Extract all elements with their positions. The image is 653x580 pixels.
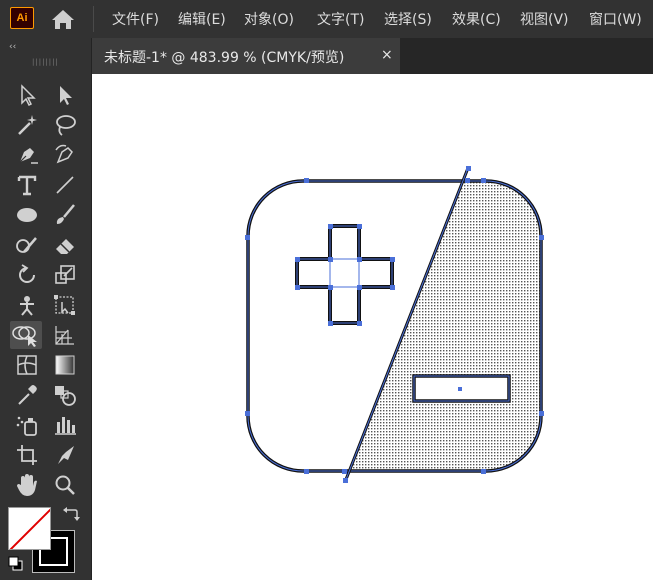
eraser-tool-icon[interactable] [52,232,78,258]
menu-view[interactable]: 视图(V) [520,9,569,29]
curvature-tool-icon[interactable] [52,142,78,168]
plus-shape[interactable] [295,224,394,325]
free-transform-tool-icon[interactable] [52,292,78,318]
symbol-sprayer-tool-icon[interactable] [14,412,40,438]
gradient-tool-icon[interactable] [52,352,78,378]
shaper-tool-icon[interactable] [14,232,40,258]
shape-builder-tool-icon[interactable] [10,321,42,349]
slice-tool-icon[interactable] [52,442,78,468]
menu-select[interactable]: 选择(S) [384,9,432,29]
magic-wand-tool-icon[interactable] [14,112,40,138]
eyedropper-tool-icon[interactable] [14,382,40,408]
artboard-tool-icon[interactable] [14,442,40,468]
direct-selection-tool-icon[interactable] [52,82,78,108]
menu-file[interactable]: 文件(F) [112,9,159,29]
menu-bar: Ai 文件(F) 编辑(E) 对象(O) 文字(T) 选择(S) 效果(C) 视… [0,0,653,38]
plus-inner-paths [329,258,360,288]
selection-tool-icon[interactable] [14,82,40,108]
scale-tool-icon[interactable] [52,262,78,288]
panel-grip[interactable]: |||||||| [32,58,59,66]
menu-object[interactable]: 对象(O) [244,9,294,29]
rotate-tool-icon[interactable] [14,262,40,288]
type-tool-icon[interactable] [14,172,40,198]
menu-effect[interactable]: 效果(C) [452,9,501,29]
home-icon[interactable] [50,8,76,30]
artboard-canvas[interactable] [92,74,653,580]
plus-selection-path [296,225,393,324]
paintbrush-tool-icon[interactable] [52,202,78,228]
document-tab-title: 未标题-1* @ 483.99 % (CMYK/预览) [104,50,345,66]
mesh-tool-icon[interactable] [14,352,40,378]
pen-tool-icon[interactable] [14,142,40,168]
fill-color-swatch[interactable] [8,507,51,550]
column-graph-tool-icon[interactable] [52,412,78,438]
menu-edit[interactable]: 编辑(E) [178,9,226,29]
default-fill-stroke-icon[interactable] [8,556,24,576]
swap-fill-stroke-icon[interactable] [62,506,80,526]
hand-tool-icon[interactable] [14,472,40,498]
collapse-panel-icon[interactable]: ‹‹ [9,42,16,52]
lasso-tool-icon[interactable] [52,112,78,138]
perspective-grid-tool-icon[interactable] [52,322,78,348]
zoom-tool-icon[interactable] [52,472,78,498]
puppet-warp-tool-icon[interactable] [14,292,40,318]
line-segment-tool-icon[interactable] [52,172,78,198]
artwork [245,166,544,483]
menu-type[interactable]: 文字(T) [317,9,364,29]
menu-divider [93,6,94,32]
document-tab-bar: 未标题-1* @ 483.99 % (CMYK/预览) × [92,38,653,74]
close-icon[interactable]: × [381,47,393,63]
blend-tool-icon[interactable] [52,382,78,408]
menu-window[interactable]: 窗口(W) [589,9,642,29]
ellipse-tool-icon[interactable] [14,202,40,228]
app-logo: Ai [10,7,34,29]
document-tab[interactable]: 未标题-1* @ 483.99 % (CMYK/预览) × [92,38,400,74]
